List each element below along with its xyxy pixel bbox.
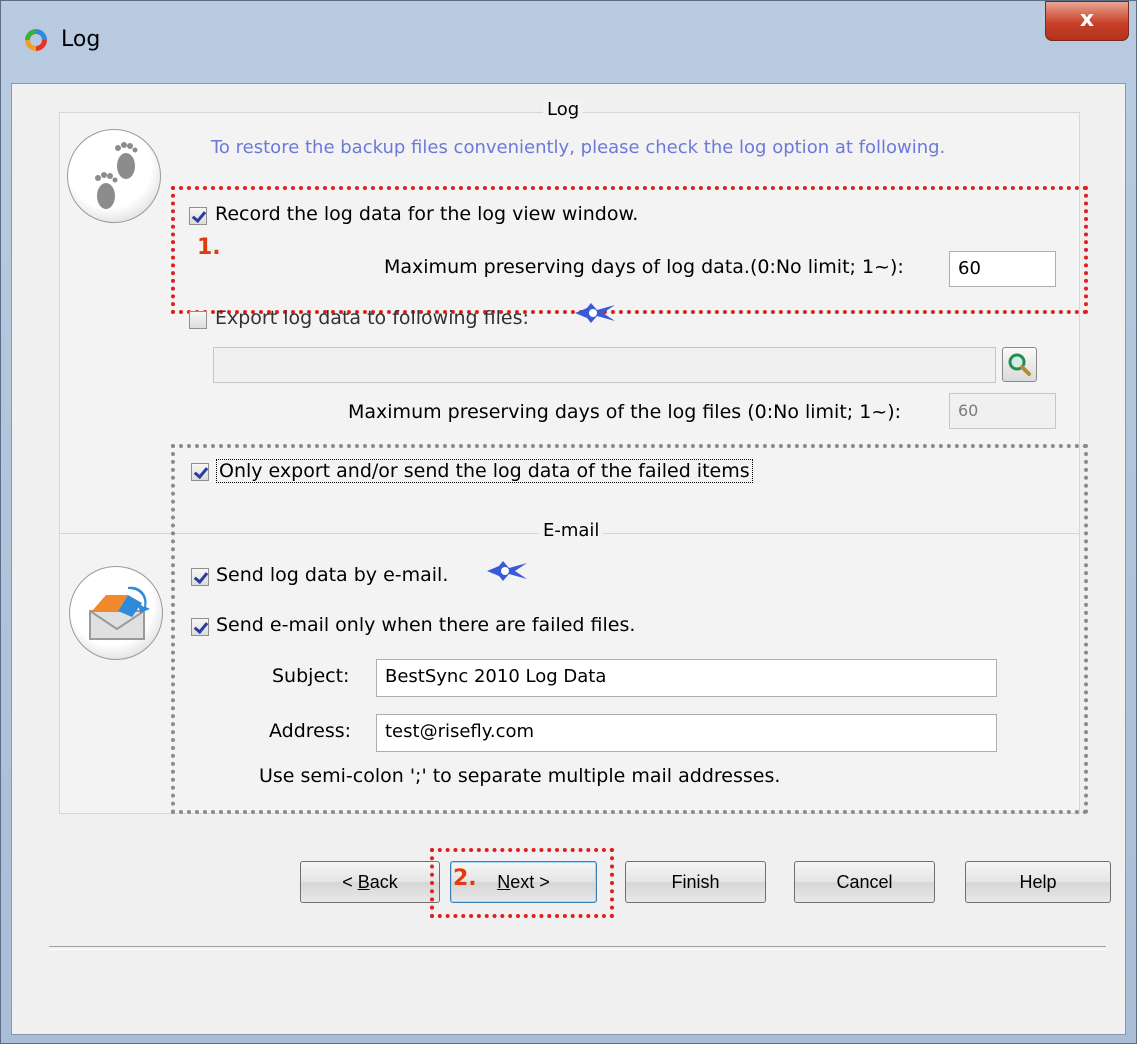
max-files-days-label: Maximum preserving days of the log files… <box>348 401 902 423</box>
log-section-title: Log <box>543 99 584 120</box>
email-icon-badge <box>69 566 163 660</box>
export-log-label[interactable]: Export log data to following files: <box>215 307 529 329</box>
log-info-text: To restore the backup files conveniently… <box>211 137 946 158</box>
annotation-box-2 <box>430 848 614 918</box>
app-logo-icon <box>25 29 47 51</box>
only-failed-log-checkbox[interactable] <box>191 463 209 481</box>
address-input[interactable]: test@risefly.com <box>376 714 997 752</box>
footprints-icon-badge <box>67 129 161 223</box>
export-path-input[interactable] <box>213 347 996 383</box>
title-bar[interactable]: Log x <box>1 1 1136 83</box>
subject-input[interactable]: BestSync 2010 Log Data <box>376 659 997 697</box>
footer-divider <box>49 946 1106 950</box>
back-button[interactable]: < Back <box>300 861 440 903</box>
only-failed-log-label[interactable]: Only export and/or send the log data of … <box>216 459 753 483</box>
email-icon <box>89 586 150 640</box>
log-dialog-window: Log x Log To restore the backup files co… <box>0 0 1137 1044</box>
send-email-checkbox[interactable] <box>191 568 209 586</box>
help-button[interactable]: Help <box>965 861 1111 903</box>
back-button-rest: ack <box>369 872 398 892</box>
max-files-days-input[interactable]: 60 <box>949 393 1056 429</box>
cancel-button[interactable]: Cancel <box>794 861 935 903</box>
send-email-label[interactable]: Send log data by e-mail. <box>216 564 448 586</box>
footprints-icon <box>95 142 138 209</box>
address-hint: Use semi-colon ';' to separate multiple … <box>259 765 781 787</box>
browse-button[interactable] <box>1002 347 1037 382</box>
email-only-failed-label[interactable]: Send e-mail only when there are failed f… <box>216 614 635 636</box>
finish-button[interactable]: Finish <box>625 861 766 903</box>
close-button[interactable]: x <box>1045 1 1129 41</box>
address-label: Address: <box>269 720 352 742</box>
magnifier-icon <box>1008 353 1031 376</box>
export-log-checkbox[interactable] <box>189 311 207 329</box>
annotation-box-1 <box>171 186 1088 314</box>
pro-feature-icon <box>487 561 527 581</box>
close-icon: x <box>1079 7 1095 32</box>
window-title: Log <box>61 27 101 52</box>
back-button-key: B <box>357 872 370 892</box>
back-button-prefix: < <box>342 872 358 892</box>
email-section-title: E-mail <box>539 520 604 541</box>
email-only-failed-checkbox[interactable] <box>191 618 209 636</box>
pro-feature-icon <box>575 303 615 323</box>
subject-label: Subject: <box>272 665 350 687</box>
